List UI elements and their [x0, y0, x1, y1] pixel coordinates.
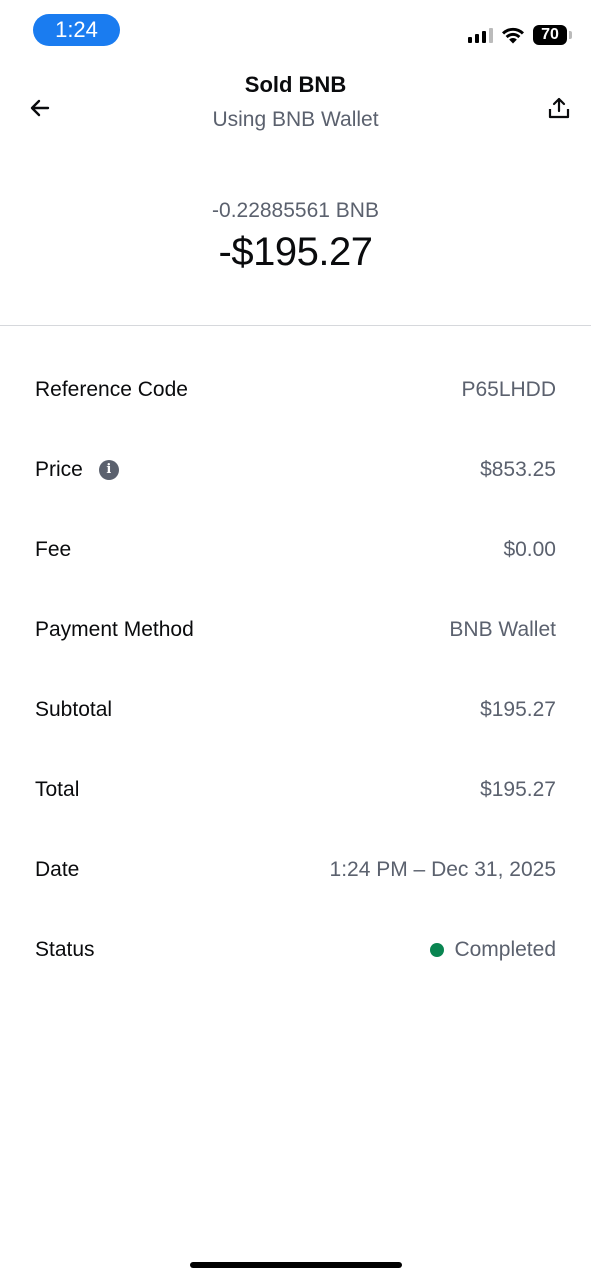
battery-level: 70 [541, 26, 559, 43]
status-value: Completed [454, 938, 556, 961]
detail-row-payment-method: Payment Method BNB Wallet [0, 590, 591, 670]
crypto-amount: -0.22885561 BNB [212, 199, 379, 222]
section-divider [0, 325, 591, 326]
info-icon[interactable]: i [98, 460, 119, 480]
status-value-group: Completed [430, 938, 556, 962]
status-label: Status [35, 938, 95, 961]
status-dot-icon [430, 943, 445, 957]
payment-method-value: BNB Wallet [449, 618, 556, 641]
fee-label: Fee [35, 538, 72, 561]
total-label: Total [35, 778, 80, 801]
subtotal-value: $195.27 [480, 698, 556, 721]
detail-row-fee: Fee $0.00 [0, 510, 591, 590]
detail-row-status: Status Completed [0, 910, 591, 990]
battery-icon: 70 [533, 25, 572, 45]
transaction-detail-screen: 1:24 70 Sold BNB Using BNB Wallet -0.228… [0, 0, 591, 1280]
subtotal-label: Subtotal [35, 698, 113, 721]
home-indicator[interactable] [190, 1262, 402, 1268]
status-time[interactable]: 1:24 [33, 14, 120, 46]
transaction-details: Reference Code P65LHDD Price i $853.25 F… [0, 350, 591, 990]
wifi-icon [502, 27, 524, 44]
date-value: 1:24 PM – Dec 31, 2025 [329, 858, 556, 881]
fee-value: $0.00 [503, 538, 556, 561]
reference-label: Reference Code [35, 378, 188, 401]
status-bar: 1:24 70 [0, 0, 591, 60]
detail-row-total: Total $195.27 [0, 750, 591, 830]
page-subtitle: Using BNB Wallet [212, 108, 379, 131]
total-value: $195.27 [480, 778, 556, 801]
status-icons: 70 [468, 24, 572, 46]
date-label: Date [35, 858, 80, 881]
price-label-group: Price i [35, 458, 119, 482]
reference-value[interactable]: P65LHDD [461, 378, 556, 402]
price-label: Price [35, 458, 83, 481]
payment-method-label: Payment Method [35, 618, 194, 641]
page-title: Sold BNB [244, 72, 347, 97]
detail-row-price: Price i $853.25 [0, 430, 591, 510]
share-button[interactable] [543, 92, 575, 124]
cellular-signal-icon [468, 27, 493, 43]
fiat-amount: -$195.27 [218, 230, 373, 274]
share-icon [548, 97, 570, 119]
detail-row-reference[interactable]: Reference Code P65LHDD [0, 350, 591, 430]
detail-row-subtotal: Subtotal $195.27 [0, 670, 591, 750]
detail-row-date: Date 1:24 PM – Dec 31, 2025 [0, 830, 591, 910]
price-value: $853.25 [480, 458, 556, 481]
